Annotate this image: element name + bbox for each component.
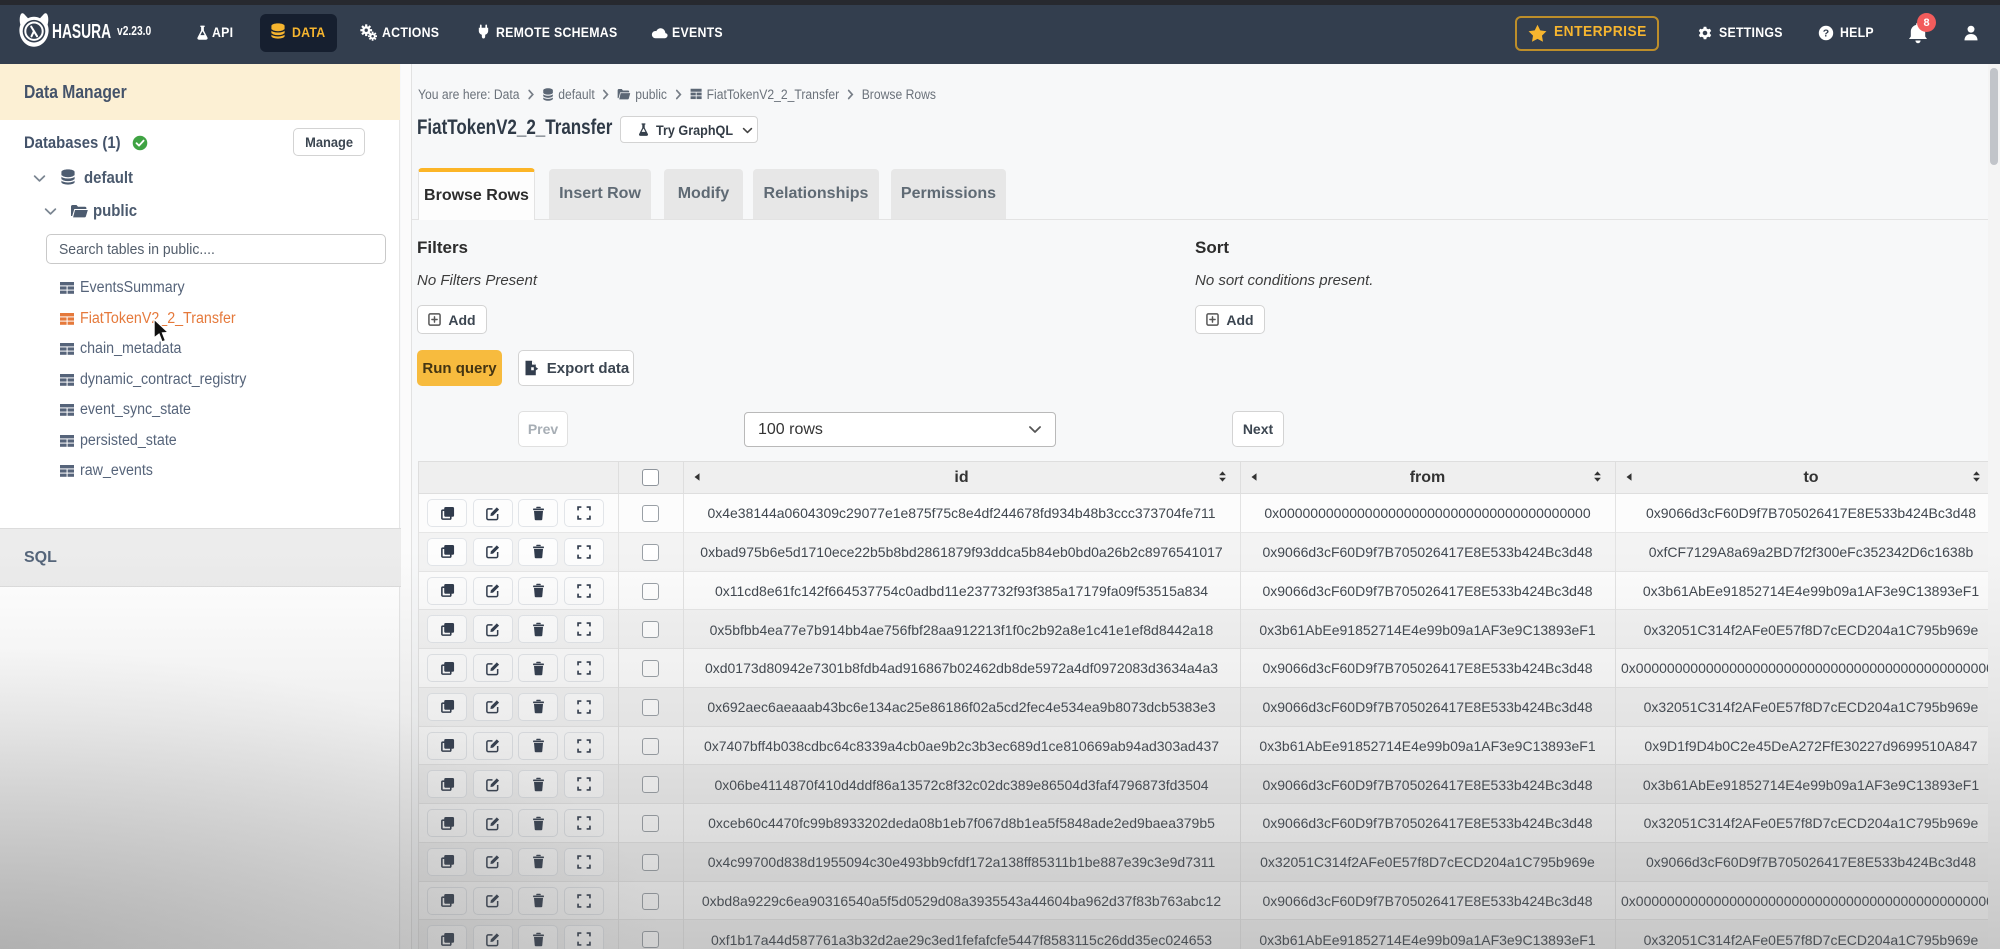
svg-text:?: ? xyxy=(1823,27,1829,39)
